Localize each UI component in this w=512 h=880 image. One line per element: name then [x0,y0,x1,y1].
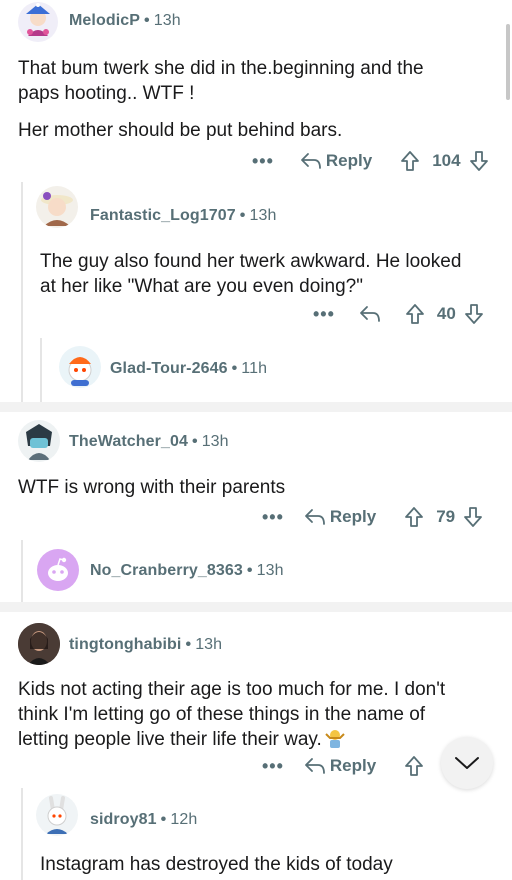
comment-username[interactable]: MelodicP • 13h [69,12,181,30]
thread-line[interactable] [40,338,42,402]
vote-count: 104 [432,151,461,170]
thread-line[interactable] [21,788,23,880]
user-photo-icon [18,623,60,665]
upvote-icon[interactable] [405,303,425,325]
comment-timestamp: 13h [201,433,229,450]
upvote-icon[interactable] [404,506,424,528]
comment-timestamp: 11h [241,360,268,377]
user-avatar-icon [68,357,92,386]
downvote-icon[interactable] [469,150,489,172]
reply-button[interactable]: Reply [304,507,376,527]
thread-divider [0,602,512,612]
avatar[interactable] [36,186,78,228]
avatar[interactable] [18,2,58,42]
user-avatar-icon [46,796,68,834]
separator-dot: • [231,360,238,377]
reply-icon [304,757,326,775]
comment-timestamp: 13h [249,207,277,224]
user-avatar-icon [41,192,73,226]
shrug-emoji-icon [324,728,346,748]
user-avatar-icon [26,3,50,36]
more-options-button[interactable]: ••• [313,304,335,325]
reply-button[interactable]: Reply [300,151,372,171]
scroll-down-button[interactable] [441,737,493,789]
user-avatar-icon [26,424,52,460]
comment-username[interactable]: sidroy81 • 12h [90,811,197,829]
downvote-icon[interactable] [463,506,483,528]
comment-timestamp: 13h [153,12,181,29]
comment-actions: ••• Reply [262,755,436,777]
downvote-icon[interactable] [464,303,484,325]
avatar[interactable] [18,623,60,665]
separator-dot: • [246,562,253,579]
more-options-button[interactable]: ••• [252,151,274,172]
comment-body: The guy also found her twerk awkward. He… [40,251,462,297]
comment-timestamp: 13h [195,636,223,653]
user-avatar-icon [48,557,68,581]
comment-username[interactable]: tingtonghabibi • 13h [69,636,222,654]
thread-line[interactable] [21,540,23,602]
avatar[interactable] [36,794,78,836]
comment-body: WTF is wrong with their parents [18,477,286,498]
upvote-icon[interactable] [404,755,424,777]
comment-actions: ••• Reply 79 [262,506,483,528]
avatar[interactable] [59,346,101,388]
separator-dot: • [191,433,198,450]
comment-actions: ••• 40 [313,303,484,325]
comment-body: Kids not acting their age is too much fo… [18,679,446,750]
separator-dot: • [160,811,167,828]
avatar[interactable] [37,549,79,591]
more-options-button[interactable]: ••• [262,507,284,528]
comment-body: That bum twerk she did in the.beginning … [18,58,424,141]
vote-count: 40 [436,304,456,323]
vote-count: 79 [436,507,456,526]
comment-username[interactable]: Glad-Tour-2646 • 11h [110,360,267,378]
separator-dot: • [239,207,246,224]
reply-icon[interactable] [359,305,381,323]
comment-username[interactable]: No_Cranberry_8363 • 13h [90,562,284,580]
reply-button[interactable]: Reply [304,756,376,776]
comment-username[interactable]: Fantastic_Log1707 • 13h [90,207,276,225]
comment-timestamp: 13h [256,562,284,579]
thread-line[interactable] [21,182,23,402]
reply-icon [300,152,322,170]
separator-dot: • [185,636,192,653]
upvote-icon[interactable] [400,150,420,172]
chevron-down-icon [454,755,480,771]
reply-icon [304,508,326,526]
comment-username[interactable]: TheWatcher_04 • 13h [69,433,229,451]
thread-divider [0,402,512,412]
comment-timestamp: 12h [170,811,198,828]
scrollbar[interactable] [506,24,510,100]
separator-dot: • [144,12,150,29]
comment-body: Instagram has destroyed the kids of toda… [40,854,393,875]
avatar[interactable] [18,420,60,462]
comment-actions: ••• Reply 104 [252,150,489,172]
more-options-button[interactable]: ••• [262,756,284,777]
